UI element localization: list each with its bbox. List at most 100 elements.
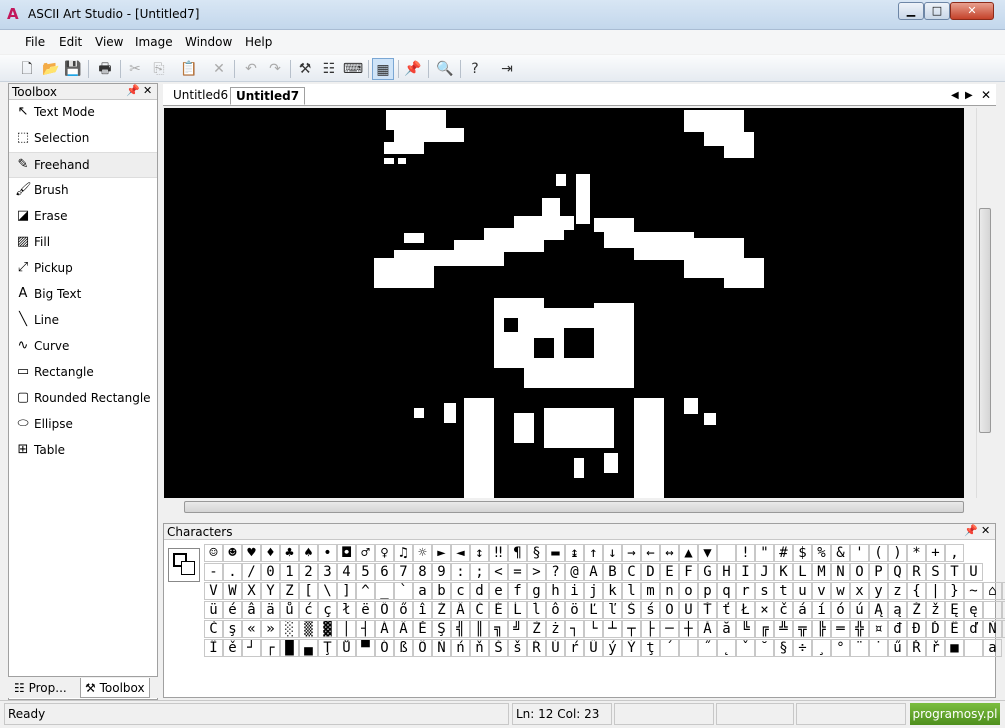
menu-window[interactable]: Window [185,35,232,49]
tool-freehand[interactable]: ✎ Freehand [9,152,157,178]
character-cell[interactable]: / [242,563,261,581]
character-cell[interactable]: ý [603,639,622,657]
character-cell[interactable]: 6 [375,563,394,581]
character-cell[interactable]: ╝ [508,620,527,638]
character-cell[interactable]: X [242,582,261,600]
tool-rounded-rectangle[interactable]: ▢ Rounded Rectangle [9,386,157,412]
horizontal-scrollbar[interactable] [164,499,976,515]
character-cell[interactable]: - [204,563,223,581]
character-cell[interactable]: 2 [299,563,318,581]
redo-icon[interactable]: ↷ [264,58,286,80]
character-cell[interactable]: k [603,582,622,600]
character-cell[interactable]: ö [565,601,584,619]
character-cell[interactable]: ś [641,601,660,619]
character-cell[interactable]: → [622,544,641,562]
character-cell[interactable]: ╩ [774,620,793,638]
character-cell[interactable]: ę [964,601,983,619]
character-cell[interactable]: g [527,582,546,600]
character-cell[interactable]: ► [432,544,451,562]
character-cell[interactable]: ♦ [261,544,280,562]
tools-icon[interactable]: ⚒ [294,58,316,80]
character-cell[interactable]: u [793,582,812,600]
character-cell[interactable]: • [318,544,337,562]
character-cell[interactable]: ═ [831,620,850,638]
character-cell[interactable]: ╗ [489,620,508,638]
character-cell[interactable]: Ů [337,639,356,657]
character-cell[interactable]: < [489,563,508,581]
character-cell[interactable]: █ [280,639,299,657]
keyboard-icon[interactable]: ⌨ [342,58,364,80]
character-cell[interactable]: Ě [413,620,432,638]
character-cell[interactable]: T [945,563,964,581]
character-cell[interactable]: G [698,563,717,581]
character-cell[interactable]: ž [926,601,945,619]
character-cell[interactable]: ň [470,639,489,657]
paste-icon[interactable]: 📋 [178,58,200,80]
character-cell[interactable]: ~ [964,582,983,600]
character-cell[interactable]: ¤ [869,620,888,638]
character-cell[interactable]: Ľ [584,601,603,619]
character-cell[interactable]: ë [356,601,375,619]
tool-rectangle[interactable]: ▭ Rectangle [9,360,157,386]
character-cell[interactable]: ┘ [242,639,261,657]
character-cell[interactable]: ] [337,582,356,600]
character-cell[interactable]: ¨ [850,639,869,657]
menu-view[interactable]: View [95,35,123,49]
character-cell[interactable]: [ [299,582,318,600]
tool-pickup[interactable]: ⤢ Pickup [9,256,157,282]
close-icon[interactable]: ✕ [981,87,991,105]
save-icon[interactable]: 💾 [62,58,84,80]
menu-edit[interactable]: Edit [59,35,82,49]
character-cell[interactable]: l [622,582,641,600]
character-cell[interactable]: = [508,563,527,581]
character-cell[interactable]: ┴ [603,620,622,638]
horizontal-scroll-thumb[interactable] [184,501,964,513]
character-cell[interactable]: Č [204,620,223,638]
color-swatch[interactable] [168,548,200,582]
character-cell[interactable]: Y [261,582,280,600]
tool-curve[interactable]: ∿ Curve [9,334,157,360]
character-cell[interactable]: ╔ [755,620,774,638]
character-cell[interactable]: ! [736,544,755,562]
character-cell[interactable]: ↕ [470,544,489,562]
tab-properties[interactable]: ☷ Prop... [14,678,67,698]
menu-help[interactable]: Help [245,35,272,49]
tab-untitled7[interactable]: Untitled7 [230,87,306,105]
grid-icon[interactable]: ▦ [372,58,394,80]
character-cell[interactable]: ↨ [565,544,584,562]
character-cell[interactable]: ╣ [451,620,470,638]
character-cell[interactable]: ˛ [717,639,736,657]
character-cell[interactable]: % [812,544,831,562]
character-cell[interactable]: ^ [356,582,375,600]
character-cell[interactable]: 7 [394,563,413,581]
character-cell[interactable]: ­ [679,639,698,657]
tab-toolbox[interactable]: ⚒ Toolbox [80,678,150,698]
close-button[interactable]: ✕ [950,2,994,20]
character-cell[interactable]: x [850,582,869,600]
character-cell[interactable]: É [489,601,508,619]
character-cell[interactable]: ░ [280,620,299,638]
character-cell[interactable]: h [546,582,565,600]
character-cell[interactable]: n [660,582,679,600]
character-cell[interactable]: a [413,582,432,600]
tool-brush[interactable]: 🖌 Brush [9,178,157,204]
character-cell[interactable] [964,639,983,657]
character-cell[interactable]: » [261,620,280,638]
new-file-icon[interactable]: 🗋 [16,58,38,80]
character-cell[interactable]: W [223,582,242,600]
character-cell[interactable]: Ę [945,601,964,619]
character-cell[interactable]: ║ [470,620,489,638]
character-cell[interactable]: 5 [356,563,375,581]
character-cell[interactable]: ˘ [755,639,774,657]
character-cell[interactable]: r [736,582,755,600]
character-cell[interactable]: ┐ [565,620,584,638]
character-cell[interactable]: , [945,544,964,562]
close-icon[interactable]: ✕ [143,84,152,97]
character-cell[interactable]: B [603,563,622,581]
character-cell[interactable]: î [413,601,432,619]
character-cell[interactable]: e [489,582,508,600]
character-cell[interactable]: ć [299,601,318,619]
character-cell[interactable]: â [242,601,261,619]
character-cell[interactable]: ő [394,601,413,619]
character-cell[interactable]: ô [546,601,565,619]
